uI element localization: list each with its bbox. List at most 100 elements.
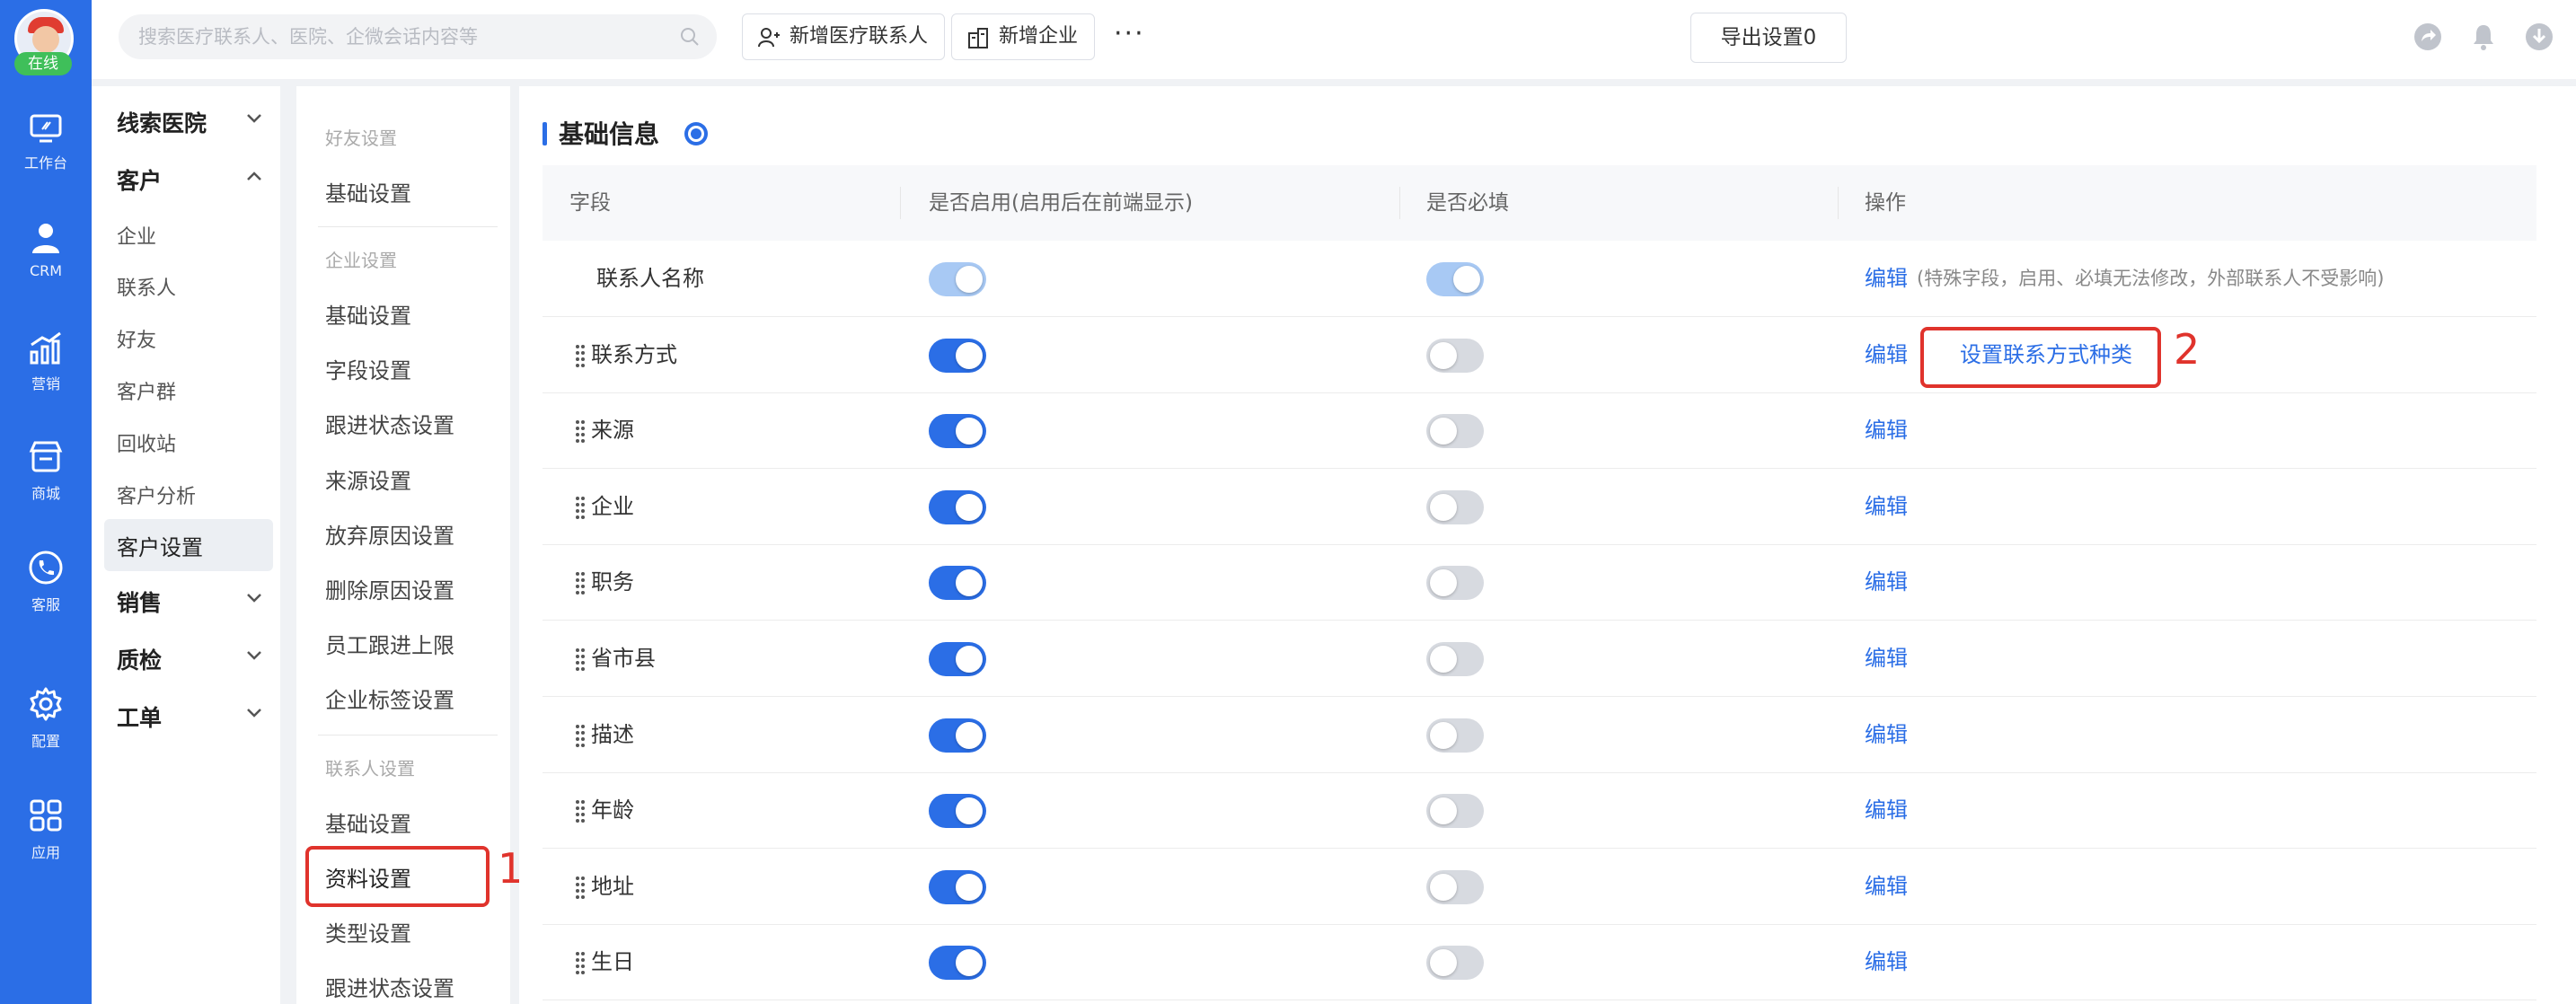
enabled-toggle[interactable] (929, 338, 986, 373)
item-followup-status[interactable]: 跟进状态设置 (325, 408, 454, 439)
required-toggle[interactable] (1426, 338, 1484, 373)
toggle-knob (956, 418, 983, 445)
nav-sub-contact[interactable]: 联系人 (117, 272, 176, 301)
header-ops: 操作 (1865, 191, 1906, 215)
add-user-icon (758, 28, 780, 48)
secondary-nav: 线索医院 客户 企业 联系人 好友 客户群 回收站 客户分析 客户设置 销售 质… (92, 86, 280, 1004)
item-abandon-reason[interactable]: 放弃原因设置 (325, 518, 454, 550)
edit-link[interactable]: 编辑 (1865, 317, 1908, 392)
nav-lead-hospital[interactable]: 线索医院 (117, 106, 207, 138)
drag-handle-icon[interactable] (575, 344, 586, 367)
search-input[interactable]: 搜索医疗联系人、医院、企微会话内容等 (119, 14, 717, 59)
chevron-up-icon[interactable] (246, 171, 262, 181)
nav-ticket[interactable]: 工单 (117, 700, 162, 733)
rail-item-service[interactable]: 客服 (0, 550, 92, 614)
nav-sub-customer-group[interactable]: 客户群 (117, 376, 176, 405)
share-icon[interactable] (2413, 22, 2443, 52)
drag-handle-icon[interactable] (575, 799, 586, 823)
item-delete-reason[interactable]: 删除原因设置 (325, 573, 454, 604)
drag-handle-icon[interactable] (575, 419, 586, 444)
toggle-knob (956, 341, 983, 369)
field-name: 职务 (591, 569, 634, 595)
toggle-knob (1430, 949, 1457, 977)
enabled-toggle[interactable] (929, 566, 986, 601)
enabled-toggle[interactable] (929, 946, 986, 981)
toggle-knob (956, 569, 983, 597)
edit-link[interactable]: 编辑 (1865, 697, 1908, 772)
edit-link[interactable]: 编辑 (1865, 621, 1908, 696)
item-company-basic[interactable]: 基础设置 (325, 298, 411, 330)
person-icon (32, 224, 59, 253)
header-separator (900, 187, 901, 219)
toggle-knob (1430, 646, 1457, 673)
item-type-settings[interactable]: 类型设置 (325, 916, 411, 947)
edit-link[interactable]: 编辑 (1865, 849, 1908, 924)
required-toggle[interactable] (1426, 489, 1484, 524)
enabled-toggle[interactable] (929, 718, 986, 753)
chevron-down-icon[interactable] (246, 708, 262, 718)
item-contact-followup-status[interactable]: 跟进状态设置 (325, 971, 454, 1002)
rail-item-apps[interactable]: 应用 (0, 797, 92, 862)
drag-handle-icon[interactable] (575, 496, 586, 519)
drag-handle-icon[interactable] (575, 647, 586, 671)
drag-handle-icon[interactable] (575, 724, 586, 747)
required-toggle[interactable] (1426, 946, 1484, 981)
export-settings-button[interactable]: 导出设置0 (1690, 13, 1847, 63)
edit-link[interactable]: 编辑 (1865, 469, 1908, 544)
item-friend-basic[interactable]: 基础设置 (325, 176, 411, 207)
drag-handle-icon[interactable] (575, 876, 586, 899)
edit-link[interactable]: 编辑 (1865, 241, 1908, 316)
drag-handle-icon[interactable] (575, 571, 586, 595)
required-toggle[interactable] (1426, 869, 1484, 904)
rail-item-workbench[interactable]: 工作台 (0, 113, 92, 172)
item-company-tag-settings[interactable]: 企业标签设置 (325, 683, 454, 714)
bell-icon[interactable] (2468, 22, 2499, 52)
rail-item-store[interactable]: 商城 (0, 440, 92, 503)
info-circle-icon[interactable] (683, 120, 710, 147)
edit-link[interactable]: 编辑 (1865, 392, 1908, 468)
more-menu-button[interactable]: ··· (1114, 18, 1145, 49)
toggle-knob (1430, 569, 1457, 597)
download-icon[interactable] (2524, 22, 2554, 52)
rail-item-marketing[interactable]: 营销 (0, 330, 92, 393)
required-toggle[interactable] (1426, 794, 1484, 829)
chevron-down-icon[interactable] (246, 650, 262, 661)
left-rail: 在线 工作台 CRM 营销 商城 客服 配置 应用 (0, 0, 92, 1004)
enabled-toggle (929, 262, 986, 296)
header-required: 是否必填 (1426, 191, 1509, 215)
field-name: 省市县 (591, 646, 656, 671)
edit-link[interactable]: 编辑 (1865, 772, 1908, 848)
rail-item-crm[interactable]: CRM (0, 221, 92, 279)
nav-sales[interactable]: 销售 (117, 586, 162, 618)
item-field-settings[interactable]: 字段设置 (325, 353, 411, 384)
chevron-down-icon[interactable] (246, 113, 262, 124)
edit-link[interactable]: 编辑 (1865, 544, 1908, 620)
item-source-settings[interactable]: 来源设置 (325, 463, 411, 495)
nav-sub-company[interactable]: 企业 (117, 221, 156, 250)
nav-sub-recycle-bin[interactable]: 回收站 (117, 428, 176, 457)
nav-sub-friend[interactable]: 好友 (117, 324, 156, 353)
add-company-button[interactable]: 新增企业 (951, 13, 1096, 60)
nav-sub-customer-analysis[interactable]: 客户分析 (117, 480, 196, 509)
required-toggle[interactable] (1426, 414, 1484, 449)
nav-sub-customer-settings[interactable]: 客户设置 (117, 530, 203, 561)
chevron-down-icon[interactable] (246, 593, 262, 603)
enabled-toggle[interactable] (929, 414, 986, 449)
enabled-toggle[interactable] (929, 794, 986, 829)
enabled-toggle[interactable] (929, 642, 986, 676)
toggle-knob (956, 873, 983, 901)
nav-customer[interactable]: 客户 (117, 163, 162, 196)
drag-handle-icon[interactable] (575, 951, 586, 975)
nav-quality[interactable]: 质检 (117, 643, 162, 675)
item-contact-basic[interactable]: 基础设置 (325, 806, 411, 838)
required-toggle[interactable] (1426, 566, 1484, 601)
required-toggle[interactable] (1426, 718, 1484, 753)
add-medical-contact-button[interactable]: 新增医疗联系人 (742, 13, 946, 60)
edit-link[interactable]: 编辑 (1865, 924, 1908, 1000)
enabled-toggle[interactable] (929, 869, 986, 904)
required-toggle[interactable] (1426, 642, 1484, 676)
enabled-toggle[interactable] (929, 489, 986, 524)
rail-item-config[interactable]: 配置 (0, 686, 92, 751)
header-field: 字段 (569, 191, 611, 215)
item-staff-followup-limit[interactable]: 员工跟进上限 (325, 628, 454, 659)
